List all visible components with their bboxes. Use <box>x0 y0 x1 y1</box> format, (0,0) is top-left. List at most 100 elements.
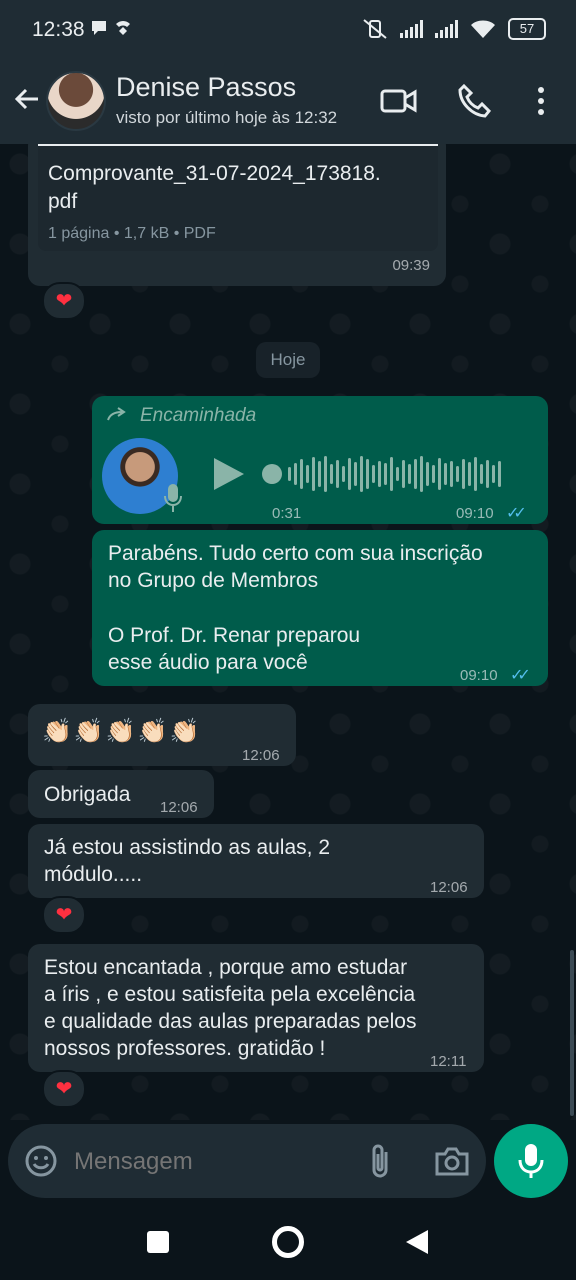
play-icon[interactable] <box>212 456 246 492</box>
waveform-bar <box>336 460 339 488</box>
waveform-bar <box>360 456 363 492</box>
text-message-in[interactable]: Obrigada 12:06 <box>28 770 214 818</box>
heart-reaction-icon[interactable]: ❤ <box>42 1070 86 1108</box>
text-message-in[interactable]: Já estou assistindo as aulas, 2 módulo..… <box>28 824 484 898</box>
chat-scrollbar[interactable] <box>570 950 574 1116</box>
document-filename-2: pdf <box>48 190 78 213</box>
waveform-bar <box>372 465 375 483</box>
waveform-bar <box>300 459 303 489</box>
waveform-bar <box>318 461 321 487</box>
last-seen: visto por último hoje às 12:32 <box>116 108 338 127</box>
voice-record-button[interactable] <box>494 1124 568 1198</box>
waveform-bar <box>294 463 297 485</box>
emoji-icon[interactable] <box>24 1144 58 1178</box>
back-nav-icon[interactable] <box>404 1228 430 1256</box>
clap-emoji: 👏🏻👏🏻👏🏻👏🏻👏🏻 <box>42 718 202 745</box>
waveform-bar <box>396 467 399 481</box>
message-text: Parabéns. Tudo certo com sua inscrição n… <box>108 540 483 676</box>
home-button[interactable] <box>272 1226 304 1258</box>
message-line: nossos professores. gratidão ! <box>44 1037 326 1060</box>
waveform-bar <box>414 459 417 489</box>
microphone-icon <box>518 1144 544 1178</box>
message-time: 12:06 <box>430 879 468 896</box>
waveform-bar <box>384 463 387 485</box>
waveform-bar <box>342 466 345 482</box>
document-filename: Comprovante_31-07-2024_173818. <box>48 162 381 185</box>
waveform-bar <box>324 456 327 492</box>
document-meta: 1 página • 1,7 kB • PDF <box>48 225 216 242</box>
voice-call-icon[interactable] <box>456 82 494 120</box>
waveform-bar <box>450 461 453 487</box>
waveform-bar <box>468 462 471 486</box>
waveform-bar <box>312 457 315 491</box>
message-time: 09:10 <box>460 667 498 684</box>
contact-name[interactable]: Denise Passos <box>116 72 296 103</box>
date-separator: Hoje <box>256 342 320 378</box>
document-preview[interactable]: Comprovante_31-07-2024_173818. pdf 1 pág… <box>38 144 438 251</box>
more-options-icon[interactable] <box>522 82 560 120</box>
text-message-in[interactable]: Estou encantada , porque amo estudar a í… <box>28 944 484 1072</box>
waveform-bar <box>486 460 489 488</box>
heart-reaction-icon[interactable]: ❤ <box>42 896 86 934</box>
waveform-bar <box>408 464 411 484</box>
message-line: esse áudio para você <box>108 651 308 674</box>
waveform-bar <box>366 459 369 489</box>
chat-area[interactable]: Comprovante_31-07-2024_173818. pdf 1 pág… <box>0 144 576 1120</box>
waveform-bar <box>438 458 441 490</box>
waveform-bar <box>390 457 393 491</box>
message-time: 12:06 <box>242 747 280 764</box>
message-text: Já estou assistindo as aulas, 2 módulo..… <box>44 834 330 888</box>
message-line: a íris , e estou satisfeita pela excelên… <box>44 983 416 1006</box>
emoji-message[interactable]: 👏🏻👏🏻👏🏻👏🏻👏🏻 12:06 <box>28 704 296 766</box>
recents-button[interactable] <box>147 1231 169 1253</box>
audio-waveform[interactable] <box>288 454 528 494</box>
message-line: no Grupo de Membros <box>108 569 319 592</box>
camera-icon[interactable] <box>434 1144 470 1178</box>
attach-icon[interactable] <box>366 1142 396 1180</box>
message-input[interactable] <box>72 1142 336 1182</box>
message-time: 09:10 <box>456 505 494 522</box>
waveform-bar <box>480 464 483 484</box>
waveform-bar <box>492 465 495 483</box>
waveform-bar <box>426 462 429 486</box>
signal-icon-2 <box>435 20 458 38</box>
read-ticks-icon: ✓✓ <box>510 667 531 684</box>
status-time: 12:38 <box>32 18 85 41</box>
video-call-icon[interactable] <box>380 82 418 120</box>
status-right-icons: 57 <box>362 18 546 40</box>
forwarded-icon <box>107 407 126 421</box>
text-message-out[interactable]: Parabéns. Tudo certo com sua inscrição n… <box>92 530 548 686</box>
chat-header: Denise Passos visto por último hoje às 1… <box>0 62 576 144</box>
waveform-bar <box>402 460 405 488</box>
message-time: 09:39 <box>392 257 430 274</box>
audio-message[interactable]: Encaminhada 0:31 09:10 ✓✓ <box>92 396 548 524</box>
back-arrow-icon[interactable] <box>12 84 42 114</box>
waveform-bar <box>354 462 357 486</box>
waveform-bar <box>462 459 465 489</box>
mute-vibrate-icon <box>363 19 387 39</box>
forwarded-label: Encaminhada <box>140 405 257 426</box>
message-line: módulo..... <box>44 863 143 886</box>
system-nav-bar <box>0 1210 576 1280</box>
message-composer[interactable] <box>8 1124 486 1198</box>
waveform-bar <box>378 461 381 487</box>
message-line: Já estou assistindo as aulas, 2 <box>44 836 331 859</box>
message-text: Obrigada <box>44 783 131 806</box>
audio-scrubber[interactable] <box>262 464 282 484</box>
chat-notification-icon <box>92 21 130 35</box>
waveform-bar <box>306 465 309 483</box>
heart-reaction-icon[interactable]: ❤ <box>42 282 86 320</box>
waveform-bar <box>288 467 291 481</box>
battery-icon: 57 <box>508 18 546 40</box>
waveform-bar <box>456 466 459 482</box>
waveform-bar <box>498 461 501 487</box>
message-line: Estou encantada , porque amo estudar <box>44 956 408 979</box>
wifi-icon <box>471 20 495 38</box>
document-message[interactable]: Comprovante_31-07-2024_173818. pdf 1 pág… <box>28 144 446 286</box>
microphone-icon <box>164 484 182 512</box>
waveform-bar <box>444 463 447 485</box>
contact-avatar[interactable] <box>46 71 106 131</box>
notification-icons <box>90 18 134 43</box>
message-time: 12:06 <box>160 799 198 816</box>
message-line: Parabéns. Tudo certo com sua inscrição <box>108 542 483 565</box>
